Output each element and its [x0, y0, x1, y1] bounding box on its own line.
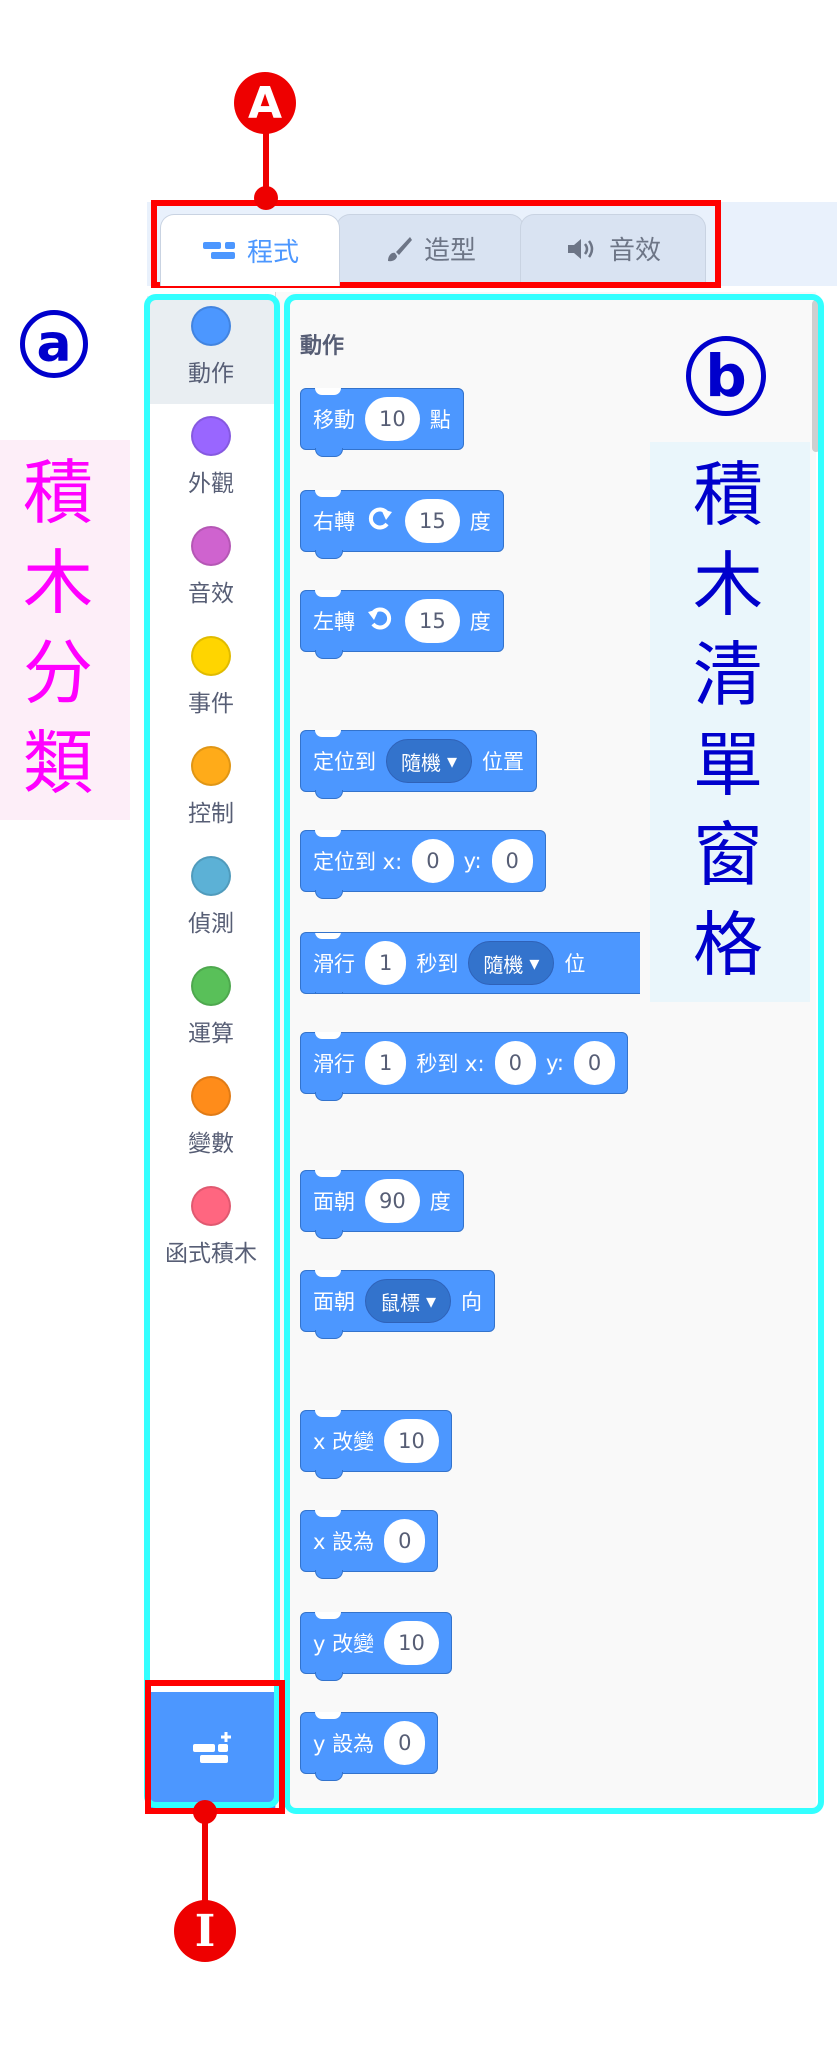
palette-caption: 積木清單窗格	[693, 454, 763, 986]
connector-dot	[193, 1800, 217, 1824]
annotation-label-I: I	[174, 1900, 236, 1962]
category-highlight-box	[144, 294, 280, 1808]
connector-dot	[254, 186, 278, 210]
code-blocks-icon	[201, 239, 237, 263]
tab-code[interactable]: 程式	[160, 214, 340, 286]
annotation-label-b: b	[686, 336, 766, 416]
annotation-label-a: a	[20, 310, 88, 378]
category-caption: 積木分類	[23, 452, 93, 804]
extension-highlight-box	[145, 1680, 285, 1814]
annotation-label-A: A	[234, 72, 296, 134]
tab-code-label: 程式	[246, 238, 299, 268]
